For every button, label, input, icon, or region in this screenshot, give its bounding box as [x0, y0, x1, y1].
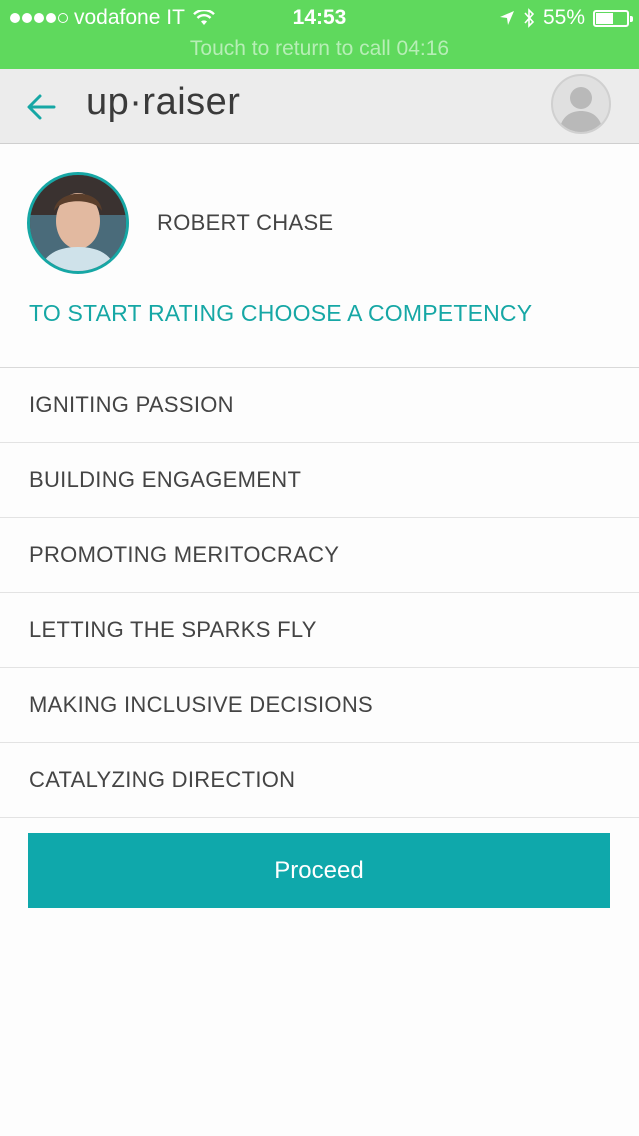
user-silhouette-icon	[559, 87, 603, 132]
instruction-text: TO START RATING CHOOSE A COMPETENCY	[29, 300, 533, 326]
battery-percent: 55%	[542, 6, 585, 29]
competency-item[interactable]: IGNITING PASSION	[0, 368, 639, 443]
call-banner[interactable]: Touch to return to call 04:16	[0, 37, 639, 61]
app-logo: up·raiser	[86, 81, 241, 123]
competency-item[interactable]: MAKING INCLUSIVE DECISIONS	[0, 668, 639, 743]
profile-photo	[27, 172, 129, 274]
battery-level	[596, 12, 613, 24]
competency-item[interactable]: LETTING THE SPARKS FLY	[0, 593, 639, 668]
profile-name: ROBERT CHASE	[157, 210, 334, 235]
proceed-button[interactable]: Proceed	[28, 833, 610, 908]
competency-list: IGNITING PASSION BUILDING ENGAGEMENT PROMO…	[0, 367, 639, 818]
competency-item[interactable]: CATALYZING DIRECTION	[0, 743, 639, 818]
person-portrait-icon	[30, 175, 126, 271]
status-bar: vodafone IT 14:53 55% Touch to return to…	[0, 0, 639, 69]
competency-item[interactable]: PROMOTING MERITOCRACY	[0, 518, 639, 593]
battery-icon	[593, 9, 633, 27]
competency-item[interactable]: BUILDING ENGAGEMENT	[0, 443, 639, 518]
status-right: 55%	[499, 6, 633, 30]
app-header: up·raiser	[0, 69, 639, 144]
back-arrow-icon[interactable]	[24, 87, 64, 127]
user-avatar-button[interactable]	[551, 74, 611, 134]
bluetooth-icon	[524, 8, 535, 28]
location-arrow-icon	[499, 11, 514, 25]
